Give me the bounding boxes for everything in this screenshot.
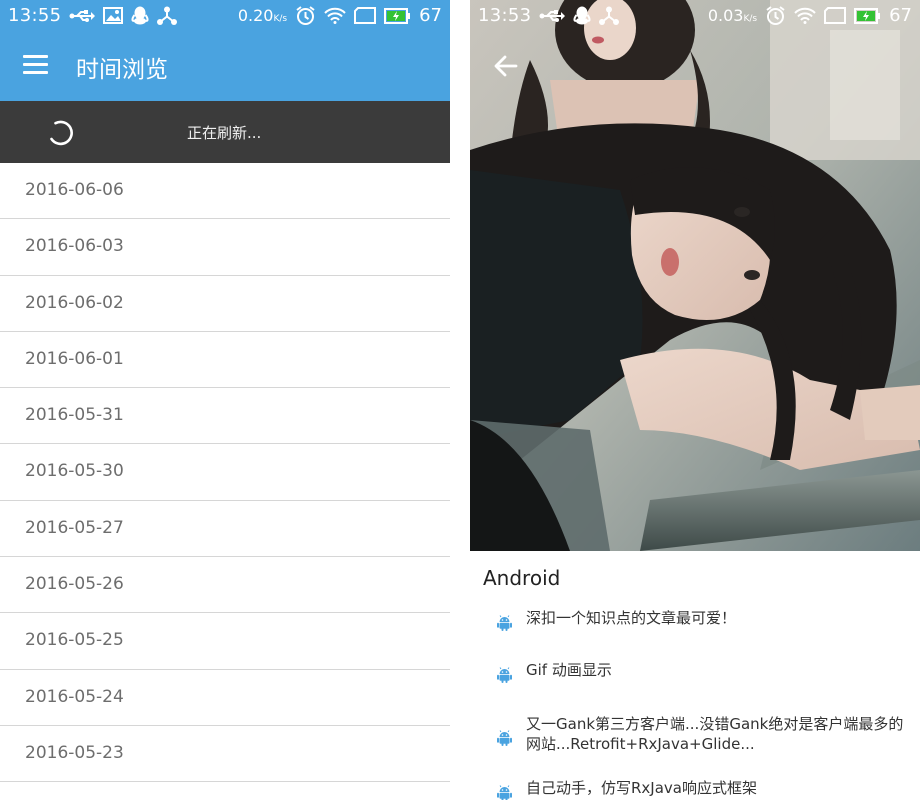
date-label: 2016-06-02 [25, 292, 124, 313]
network-speed: 0.03K/s [707, 6, 758, 25]
android-icon [497, 667, 512, 683]
page-title: 时间浏览 [76, 57, 168, 83]
date-list-item[interactable]: 2016-05-27 [0, 501, 450, 558]
section-title: Android [483, 566, 561, 590]
refresh-status-text: 正在刷新... [187, 124, 262, 142]
date-browser-screen: 13:55 0.20K/s 67 时间浏览 正在刷新... 2016-06-06… [0, 0, 450, 800]
date-list-item[interactable]: 2016-05-31 [0, 388, 450, 445]
alarm-icon [765, 5, 786, 26]
battery-icon [854, 7, 881, 24]
sim-icon [824, 7, 847, 24]
date-list-item[interactable]: 2016-05-23 [0, 726, 450, 783]
usb-icon [539, 9, 566, 23]
share-node-icon [599, 6, 620, 25]
date-list-item[interactable]: 2016-05-30 [0, 444, 450, 501]
date-label: 2016-06-03 [25, 236, 124, 257]
qq-icon [131, 6, 149, 25]
wifi-icon [324, 7, 346, 24]
date-label: 2016-05-30 [25, 461, 124, 482]
article-title: 自己动手，仿写RxJava响应式框架 [526, 779, 757, 797]
daily-detail-screen: 13:53 0.03K/s 67 Android 深扣一个知识点的文章最可爱！ … [470, 0, 920, 800]
screen-divider [450, 0, 470, 800]
date-label: 2016-05-26 [25, 574, 124, 595]
date-list-item[interactable]: 2016-05-25 [0, 613, 450, 670]
date-list-item[interactable]: 2016-06-02 [0, 276, 450, 332]
header-photo: 13:53 0.03K/s 67 [470, 0, 920, 551]
article-title: 深扣一个知识点的文章最可爱！ [526, 609, 737, 627]
article-title: 又一Gank第三方客户端...没错Gank绝对是客户端最多的网站...Retro… [526, 715, 904, 753]
date-label: 2016-05-27 [25, 517, 124, 538]
status-bar: 13:55 0.20K/s 67 [0, 0, 450, 32]
date-list-item[interactable]: 2016-06-03 [0, 219, 450, 276]
status-bar: 13:53 0.03K/s 67 [470, 0, 920, 32]
date-label: 2016-05-24 [25, 686, 124, 707]
status-time: 13:53 [478, 5, 532, 26]
date-list: 2016-06-06 2016-06-03 2016-06-02 2016-06-01… [0, 163, 450, 783]
battery-level: 67 [419, 5, 442, 26]
wifi-icon [794, 7, 816, 24]
usb-icon [69, 9, 96, 23]
date-label: 2016-06-01 [25, 348, 124, 369]
qq-icon [573, 6, 591, 25]
back-arrow-icon[interactable] [492, 52, 520, 80]
sim-icon [354, 7, 377, 24]
menu-button[interactable] [23, 55, 48, 75]
share-node-icon [157, 6, 178, 25]
date-list-item[interactable]: 2016-06-06 [0, 163, 450, 220]
status-time: 13:55 [8, 5, 62, 26]
date-label: 2016-05-23 [25, 742, 124, 763]
image-icon [103, 7, 124, 24]
android-icon [497, 615, 512, 631]
date-list-item[interactable]: 2016-05-24 [0, 670, 450, 726]
date-label: 2016-05-31 [25, 405, 124, 426]
battery-level: 67 [889, 5, 912, 26]
date-label: 2016-05-25 [25, 630, 124, 651]
alarm-icon [295, 5, 316, 26]
date-label: 2016-06-06 [25, 180, 124, 200]
article-title: Gif 动画显示 [526, 661, 612, 679]
android-icon [497, 730, 512, 746]
network-speed: 0.20K/s [237, 6, 288, 25]
app-bar: 13:55 0.20K/s 67 时间浏览 [0, 0, 450, 101]
loading-spinner-icon [50, 120, 73, 146]
android-icon [497, 785, 512, 800]
date-list-item[interactable]: 2016-06-01 [0, 332, 450, 389]
date-list-item[interactable]: 2016-05-26 [0, 557, 450, 614]
battery-icon [384, 7, 411, 24]
